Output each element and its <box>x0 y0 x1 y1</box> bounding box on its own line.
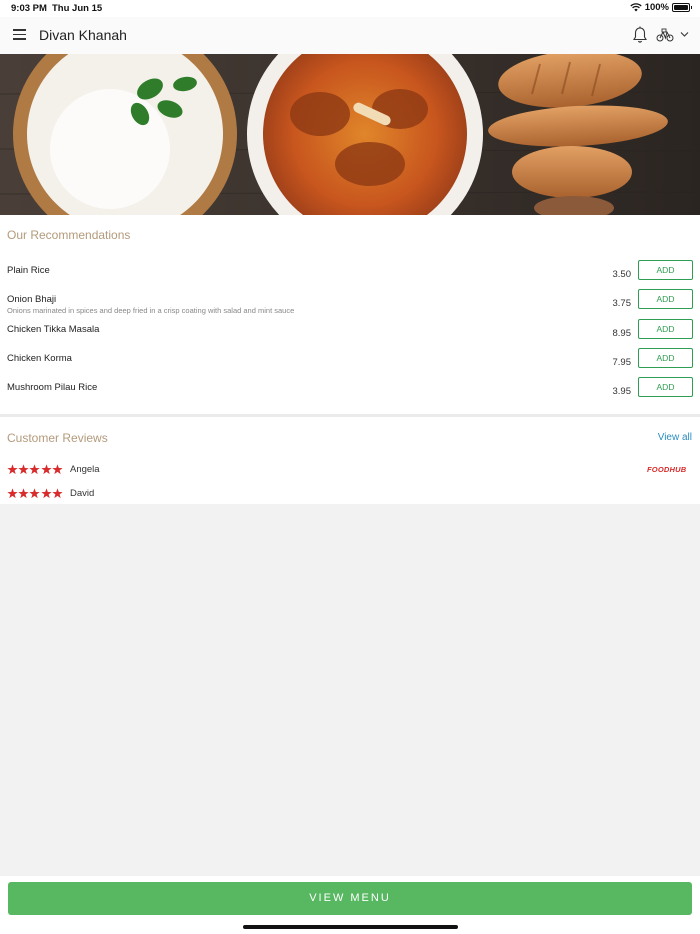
recommendation-item: Onion Bhaji Onions marinated in spices a… <box>0 289 700 324</box>
recommendation-item: Chicken Korma 7.95 ADD <box>0 348 700 383</box>
item-price: 3.50 <box>612 269 632 280</box>
item-price: 7.95 <box>612 357 632 368</box>
view-all-link[interactable]: View all <box>658 432 692 443</box>
bell-icon[interactable] <box>632 26 648 44</box>
review-row: Angela FOODHUB <box>0 464 700 480</box>
add-button[interactable]: ADD <box>638 319 693 339</box>
view-menu-button[interactable]: VIEW MENU <box>8 882 692 915</box>
item-price: 3.75 <box>612 298 632 309</box>
restaurant-title: Divan Khanah <box>39 27 127 43</box>
reviews-section: Customer Reviews View all Angela FOODHUB… <box>0 417 700 504</box>
recommendation-item: Plain Rice 3.50 ADD <box>0 260 700 295</box>
star-icon <box>52 488 63 499</box>
battery-icon <box>672 3 692 12</box>
home-indicator <box>243 925 458 929</box>
item-name: Chicken Korma <box>7 353 72 364</box>
star-icon <box>29 464 41 475</box>
menu-icon[interactable] <box>13 29 26 40</box>
add-button[interactable]: ADD <box>638 348 693 368</box>
foodhub-logo: FOODHUB <box>647 465 687 474</box>
star-icon <box>40 488 52 499</box>
star-rating <box>7 488 63 499</box>
recommendation-item: Chicken Tikka Masala 8.95 ADD <box>0 319 700 354</box>
reviews-title: Customer Reviews <box>7 431 108 445</box>
star-icon <box>7 488 18 499</box>
star-icon <box>18 464 29 475</box>
star-rating <box>7 464 63 475</box>
review-row: David <box>0 488 700 504</box>
bottom-bar: VIEW MENU <box>0 876 700 934</box>
item-name: Mushroom Pilau Rice <box>7 382 98 393</box>
star-icon <box>7 464 18 475</box>
battery-percent: 100% <box>644 2 669 13</box>
add-button[interactable]: ADD <box>638 289 693 309</box>
item-name: Plain Rice <box>7 265 50 276</box>
item-name: Onion Bhaji <box>7 294 57 305</box>
item-name: Chicken Tikka Masala <box>7 324 100 335</box>
star-icon <box>29 488 41 499</box>
star-icon <box>40 464 52 475</box>
status-right: 100% <box>630 2 692 13</box>
wifi-icon <box>630 3 642 12</box>
delivery-bike-icon[interactable] <box>656 28 674 42</box>
star-icon <box>18 488 29 499</box>
item-price: 3.95 <box>612 386 632 397</box>
reviewer-name: David <box>70 488 95 499</box>
chevron-down-icon[interactable] <box>680 31 689 38</box>
app-header: Divan Khanah <box>0 17 700 55</box>
reviewer-name: Angela <box>70 464 100 475</box>
recommendations-title: Our Recommendations <box>7 228 131 242</box>
status-date: Thu Jun 15 <box>52 3 103 14</box>
hero-food-image <box>0 54 700 215</box>
item-price: 8.95 <box>612 328 632 339</box>
item-description: Onions marinated in spices and deep frie… <box>7 306 295 315</box>
add-button[interactable]: ADD <box>638 377 693 397</box>
star-icon <box>52 464 63 475</box>
recommendations-section: Our Recommendations Plain Rice 3.50 ADD … <box>0 215 700 417</box>
add-button[interactable]: ADD <box>638 260 693 280</box>
status-bar: 9:03 PM Thu Jun 15 100% <box>0 0 700 17</box>
status-time: 9:03 PM <box>11 3 47 14</box>
recommendation-item: Mushroom Pilau Rice 3.95 ADD <box>0 377 700 412</box>
